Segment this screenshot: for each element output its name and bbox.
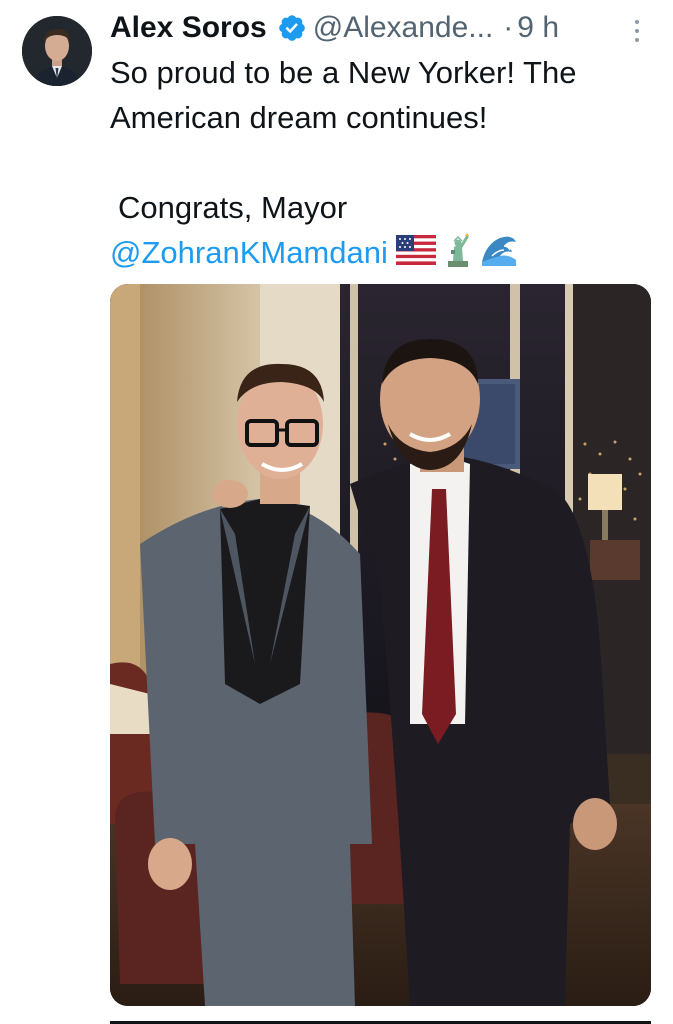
verified-badge-icon xyxy=(277,13,307,43)
author-handle[interactable]: @Alexande... xyxy=(313,8,494,48)
mention-link[interactable]: @ZohranKMamdani xyxy=(110,235,388,270)
author-name[interactable]: Alex Soros xyxy=(110,8,267,48)
us-flag-icon xyxy=(395,232,442,277)
timestamp[interactable]: 9 h xyxy=(517,8,559,48)
tweet-header: Alex Soros @Alexande... · 9 h xyxy=(110,8,559,48)
tweet-text: So proud to be a New Yorker! The America… xyxy=(110,50,660,279)
avatar[interactable] xyxy=(22,16,92,86)
tweet-text-line: Congrats, Mayor xyxy=(118,190,348,225)
separator-dot: · xyxy=(503,11,514,44)
water-wave-icon xyxy=(480,232,524,278)
vertical-dots-icon[interactable] xyxy=(630,16,644,46)
tweet-text-line: So proud to be a New Yorker! The xyxy=(110,55,577,90)
statue-of-liberty-icon xyxy=(442,231,480,279)
tweet-photo[interactable] xyxy=(110,284,651,1006)
tweet-text-line: American dream continues! xyxy=(110,100,488,135)
